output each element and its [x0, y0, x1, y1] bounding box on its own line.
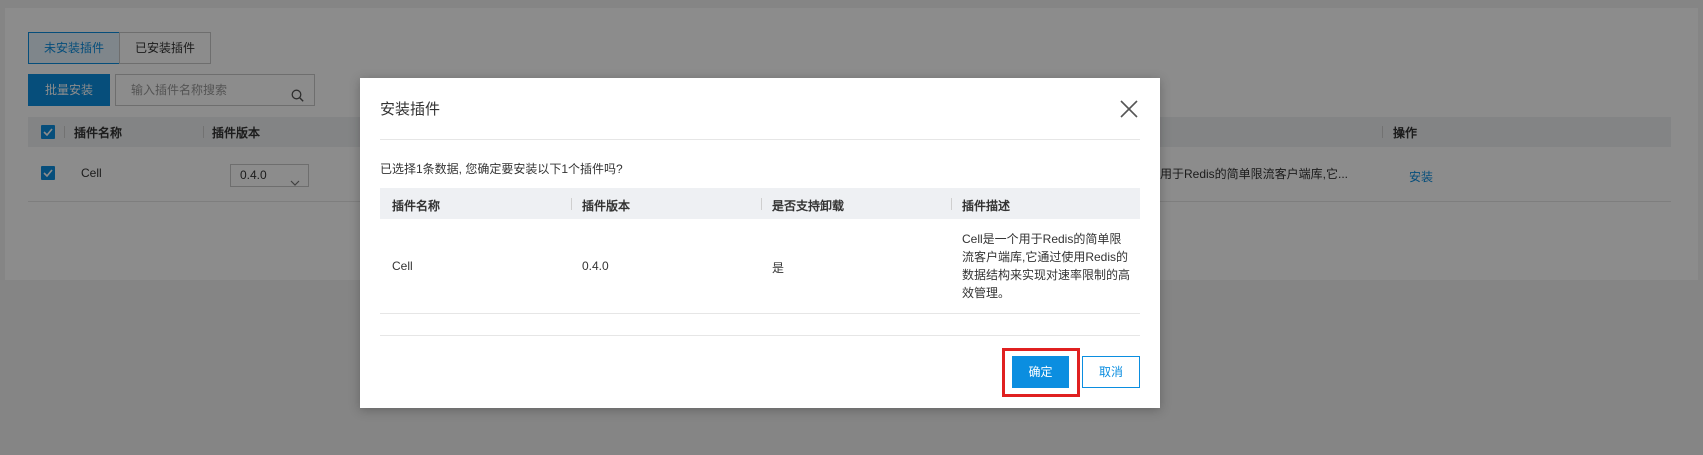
plugin-table: 插件名称 插件版本 是否支持卸载 插件描述 Cell 0.4.0 是 Cell是…	[380, 188, 1140, 314]
column-divider	[571, 198, 572, 210]
footer-divider	[380, 335, 1140, 336]
dialog-header: 安装插件	[380, 78, 1140, 140]
close-icon	[1120, 100, 1138, 118]
confirm-button[interactable]: 确定	[1012, 356, 1069, 388]
table-row: Cell 0.4.0 是 Cell是一个用于Redis的简单限流客户端库,它通过…	[380, 219, 1140, 314]
plugin-description: Cell是一个用于Redis的简单限流客户端库,它通过使用Redis的数据结构来…	[962, 232, 1131, 300]
dialog-title: 安装插件	[380, 101, 441, 118]
column-header-name: 插件名称	[392, 199, 441, 213]
install-plugin-dialog: 安装插件 已选择1条数据, 您确定要安装以下1个插件吗? 插件名称 插件版本 是…	[360, 78, 1160, 408]
column-divider	[951, 198, 952, 210]
column-header-uninstallable: 是否支持卸载	[772, 199, 845, 213]
confirm-message: 已选择1条数据, 您确定要安装以下1个插件吗?	[380, 162, 623, 176]
plugin-name: Cell	[392, 259, 413, 273]
column-header-version: 插件版本	[582, 199, 631, 213]
plugin-version: 0.4.0	[582, 259, 609, 273]
table-header: 插件名称 插件版本 是否支持卸载 插件描述	[380, 188, 1140, 219]
cancel-button[interactable]: 取消	[1082, 356, 1140, 388]
column-divider	[761, 198, 762, 210]
uninstallable-value: 是	[772, 261, 785, 275]
column-header-description: 插件描述	[962, 199, 1011, 213]
close-button[interactable]	[1118, 98, 1140, 120]
